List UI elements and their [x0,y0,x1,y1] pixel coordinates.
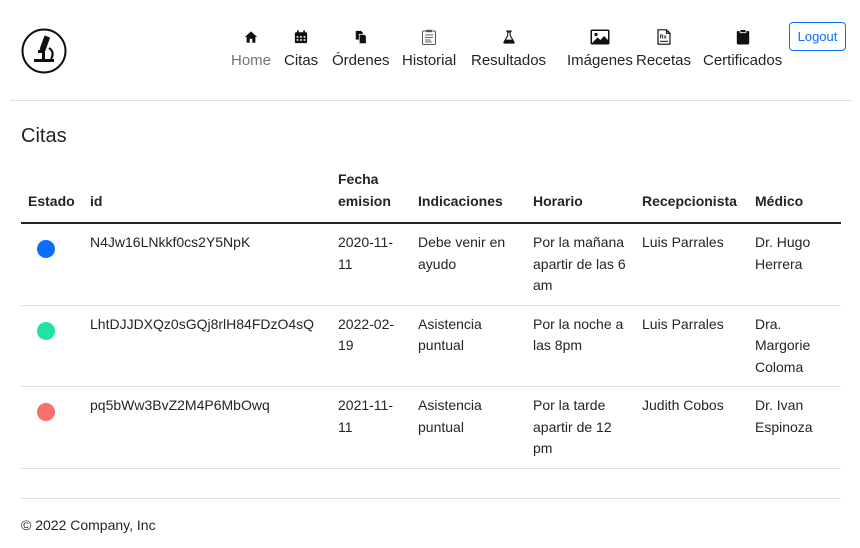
nav-label-citas: Citas [284,52,319,69]
cell-medico: Dr. Ivan Espinoza [748,386,841,469]
nav-item-home[interactable]: Home [231,28,271,72]
table-header-row: Estado id Fecha emision Indicaciones Hor… [21,165,841,224]
footer-copyright: © 2022 Company, Inc [21,517,156,533]
status-dot [37,403,55,421]
status-cell [21,386,83,469]
header-recepcionista: Recepcionista [635,165,748,224]
home-icon [244,28,258,46]
cell-fecha: 2021-11-11 [331,386,411,469]
nav-item-citas[interactable]: Citas [284,28,318,72]
nav-label-ordenes: Órdenes [332,52,390,69]
cell-recepcionista: Luis Parrales [635,223,748,306]
cell-indicaciones: Asistencia puntual [411,305,526,387]
citas-table: Estado id Fecha emision Indicaciones Hor… [21,165,841,469]
cell-indicaciones: Debe venir en ayudo [411,223,526,306]
header-id: id [83,165,331,224]
header-horario: Horario [526,165,635,224]
nav-item-historial[interactable]: Historial [402,28,456,72]
microscope-icon[interactable] [21,28,67,74]
cell-horario: Por la noche a las 8pm [526,305,635,387]
documents-icon [354,28,368,46]
nav-item-ordenes[interactable]: Órdenes [332,28,390,72]
cell-id: N4Jw16LNkkf0cs2Y5NpK [83,223,331,306]
nav-item-imagenes[interactable]: Imágenes [567,28,633,72]
flask-icon [502,28,516,46]
svg-text:Rx: Rx [659,35,667,41]
cell-medico: Dra. Margorie Coloma [748,305,841,387]
header-estado: Estado [21,165,83,224]
header-fecha-emision: Fecha emision [331,165,411,224]
cell-recepcionista: Judith Cobos [635,386,748,469]
nav-label-resultados: Resultados [471,52,547,69]
clipboard-icon [736,28,750,46]
calendar-icon [294,28,308,46]
table-row[interactable]: pq5bWw3BvZ2M4P6MbOwq 2021-11-11 Asistenc… [21,386,841,469]
nav-item-recetas[interactable]: Rx Recetas [636,28,691,72]
table-row[interactable]: LhtDJJDXQz0sGQj8rlH84FDzO4sQ 2022-02-19 … [21,305,841,387]
footer-divider [21,498,841,499]
status-dot [37,321,55,340]
cell-horario: Por la mañana apartir de las 6 am [526,223,635,306]
table-row[interactable]: N4Jw16LNkkf0cs2Y5NpK 2020-11-11 Debe ven… [21,223,841,306]
cell-medico: Dr. Hugo Herrera [748,223,841,306]
nav-label-home: Home [231,52,272,69]
cell-fecha: 2020-11-11 [331,223,411,306]
page-title: Citas [21,125,67,147]
nav-label-imagenes: Imágenes [567,52,633,69]
image-icon [590,28,610,46]
cell-recepcionista: Luis Parrales [635,305,748,387]
nav-label-historial: Historial [402,52,457,69]
logout-button[interactable]: Logout [789,22,846,51]
status-dot [37,240,55,258]
nav-item-resultados[interactable]: Resultados [471,28,546,72]
cell-indicaciones: Asistencia puntual [411,386,526,469]
cell-horario: Por la tarde apartir de 12 pm [526,386,635,469]
top-navbar: Home Citas Órdenes Historial Resultados … [10,0,853,101]
cell-fecha: 2022-02-19 [331,305,411,387]
nav-label-certificados: Certificados [703,52,783,69]
cell-id: pq5bWw3BvZ2M4P6MbOwq [83,386,331,469]
clipboard-list-icon [421,28,437,46]
nav-label-recetas: Recetas [636,52,692,69]
status-cell [21,223,83,306]
cell-id: LhtDJJDXQz0sGQj8rlH84FDzO4sQ [83,305,331,387]
nav-item-certificados[interactable]: Certificados [703,28,782,72]
prescription-icon: Rx [656,28,672,46]
header-medico: Médico [748,165,841,224]
status-cell [21,305,83,387]
header-indicaciones: Indicaciones [411,165,526,224]
